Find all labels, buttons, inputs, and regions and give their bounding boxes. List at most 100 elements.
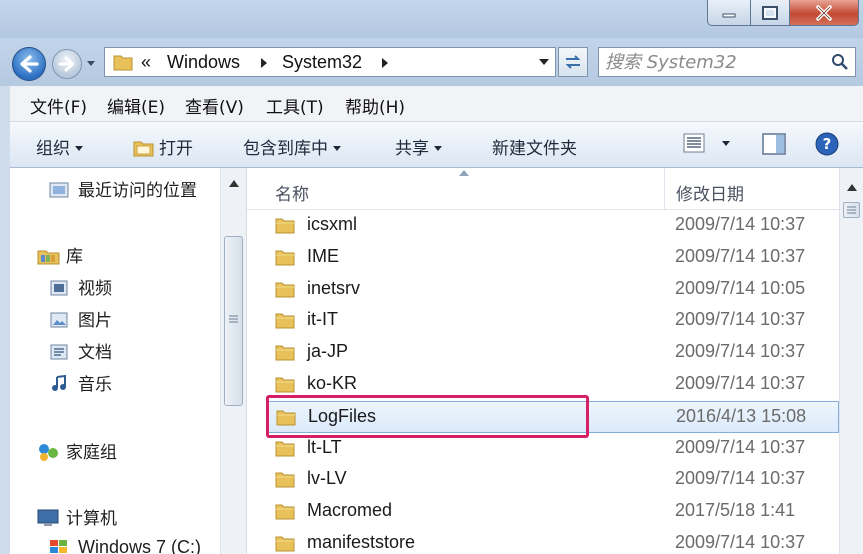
nav-item-computer-label: 计算机 — [66, 509, 117, 529]
help-button[interactable]: ? — [815, 132, 839, 161]
open-button[interactable]: 打开 — [133, 134, 193, 159]
nav-item-videos[interactable]: 视频 — [48, 274, 112, 299]
menu-file[interactable]: 文件(F) — [30, 93, 87, 118]
view-options-button[interactable] — [683, 133, 731, 158]
file-row[interactable]: lv-LV 2009/7/14 10:37 — [267, 464, 839, 496]
close-icon — [816, 4, 832, 21]
file-row[interactable]: Macromed 2017/5/18 1:41 — [267, 496, 839, 528]
title-bar — [0, 0, 863, 38]
menu-tools[interactable]: 工具(T) — [266, 93, 324, 118]
file-list: 名称 修改日期 icsxml 2009/7/14 10:37 IME 2009/7/1… — [247, 168, 839, 554]
search-box[interactable] — [598, 47, 856, 77]
nav-item-libraries-label: 库 — [66, 247, 83, 267]
folder-icon — [275, 218, 295, 234]
share-button[interactable]: 共享 — [395, 134, 442, 159]
homegroup-icon — [39, 444, 58, 461]
file-list-scroll-thumb[interactable] — [843, 202, 860, 218]
column-separator[interactable] — [664, 168, 665, 210]
help-icon: ? — [815, 132, 839, 156]
search-icon[interactable] — [831, 53, 849, 71]
nav-item-documents-label: 文档 — [78, 343, 112, 363]
navigation-scroll-thumb[interactable] — [224, 236, 243, 406]
view-details-icon — [683, 133, 705, 153]
file-row[interactable]: ja-JP 2009/7/14 10:37 — [267, 337, 839, 369]
file-row[interactable]: icsxml 2009/7/14 10:37 — [267, 210, 839, 242]
annotation-highlight-box — [266, 395, 589, 438]
folder-icon — [275, 313, 295, 329]
refresh-button[interactable] — [558, 47, 588, 77]
file-row[interactable]: inetsrv 2009/7/14 10:05 — [267, 274, 839, 306]
search-input[interactable] — [605, 50, 825, 74]
organize-button[interactable]: 组织 — [36, 134, 83, 159]
pictures-library-icon — [50, 312, 68, 328]
nav-item-documents[interactable]: 文档 — [48, 338, 112, 363]
open-folder-icon — [133, 141, 154, 157]
folder-icon — [275, 345, 295, 361]
file-name: lt-LT — [307, 436, 342, 457]
file-row[interactable]: manifeststore 2009/7/14 10:37 — [267, 528, 839, 554]
chevron-down-icon — [434, 146, 442, 151]
arrow-left-icon — [20, 55, 39, 73]
nav-item-recent[interactable]: 最近访问的位置 — [48, 176, 197, 201]
chevron-down-icon — [87, 61, 95, 66]
organize-label: 组织 — [36, 139, 70, 159]
nav-item-computer[interactable]: 计算机 — [36, 504, 117, 529]
menu-edit[interactable]: 编辑(E) — [107, 93, 165, 118]
maximize-button[interactable] — [750, 0, 790, 26]
file-modified-date: 2009/7/14 10:37 — [675, 436, 806, 457]
menu-help[interactable]: 帮助(H) — [345, 93, 405, 118]
close-button[interactable] — [789, 0, 859, 26]
nav-item-music[interactable]: 音乐 — [48, 370, 112, 395]
folder-icon — [275, 282, 295, 298]
file-modified-date: 2017/5/18 1:41 — [675, 500, 796, 521]
file-modified-date: 2009/7/14 10:05 — [675, 277, 806, 298]
column-header: 名称 修改日期 — [247, 168, 839, 210]
folder-icon — [275, 441, 295, 457]
breadcrumb-arrow-icon[interactable] — [381, 58, 389, 68]
file-list-scrollbar[interactable] — [839, 168, 863, 554]
nav-item-homegroup-label: 家庭组 — [66, 443, 117, 463]
file-row[interactable]: it-IT 2009/7/14 10:37 — [267, 305, 839, 337]
back-button[interactable] — [12, 47, 46, 81]
file-row[interactable]: IME 2009/7/14 10:37 — [267, 242, 839, 274]
grip-icon — [229, 315, 238, 323]
include-library-label: 包含到库中 — [243, 139, 328, 159]
address-bar[interactable]: « Windows System32 — [104, 47, 556, 77]
nav-item-drive-c[interactable]: Windows 7 (C:) — [48, 536, 201, 554]
preview-pane-button[interactable] — [762, 133, 786, 160]
breadcrumb-system32[interactable]: System32 — [282, 52, 362, 73]
column-modified-header[interactable]: 修改日期 — [676, 180, 744, 205]
chevron-down-icon — [333, 146, 341, 151]
file-modified-date: 2016/4/13 15:08 — [676, 405, 807, 426]
minimize-button[interactable] — [707, 0, 751, 26]
forward-button[interactable] — [52, 49, 82, 79]
scroll-up-icon[interactable] — [229, 180, 239, 187]
file-name: it-IT — [307, 309, 338, 330]
column-name-header[interactable]: 名称 — [275, 180, 309, 205]
nav-item-libraries[interactable]: 库 — [36, 242, 83, 267]
address-chevrons[interactable]: « — [141, 52, 151, 73]
library-icon — [37, 250, 60, 265]
breadcrumb-windows[interactable]: Windows — [167, 52, 240, 73]
file-modified-date: 2009/7/14 10:37 — [675, 309, 806, 330]
scroll-up-icon[interactable] — [847, 184, 857, 191]
nav-item-recent-label: 最近访问的位置 — [78, 181, 197, 201]
include-library-button[interactable]: 包含到库中 — [243, 134, 341, 159]
file-modified-date: 2009/7/14 10:37 — [675, 214, 806, 234]
recent-pages-dropdown[interactable] — [86, 54, 100, 74]
menu-view[interactable]: 查看(V) — [185, 93, 244, 118]
nav-item-homegroup[interactable]: 家庭组 — [36, 438, 117, 463]
navigation-pane-scrollbar[interactable] — [220, 168, 246, 554]
folder-icon — [275, 250, 295, 266]
chevron-down-icon[interactable] — [539, 59, 549, 66]
file-name: inetsrv — [307, 277, 361, 298]
nav-item-pictures[interactable]: 图片 — [48, 306, 112, 331]
new-folder-button[interactable]: 新建文件夹 — [492, 134, 577, 159]
file-name: ko-KR — [307, 373, 358, 393]
file-name: icsxml — [307, 214, 357, 234]
grip-icon — [847, 206, 856, 214]
nav-item-music-label: 音乐 — [78, 375, 112, 395]
breadcrumb-arrow-icon[interactable] — [260, 58, 268, 68]
file-modified-date: 2009/7/14 10:37 — [675, 532, 806, 552]
preview-pane-icon — [762, 133, 786, 155]
